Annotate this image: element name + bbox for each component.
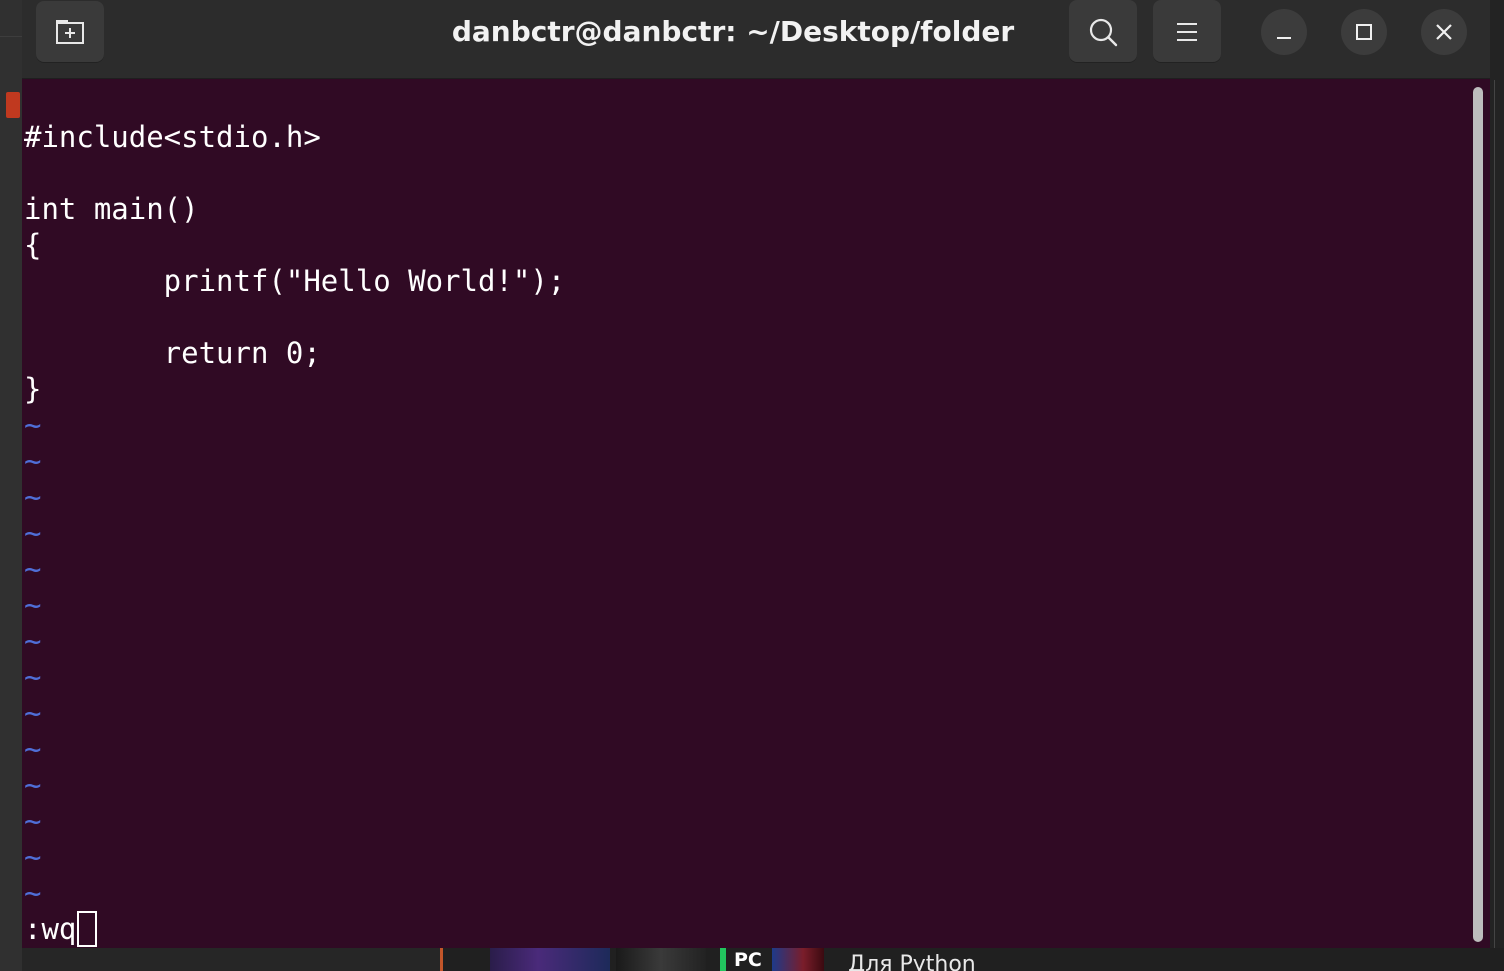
minimize-button[interactable]: [1261, 9, 1307, 55]
titlebar[interactable]: danbctr@danbctr: ~/Desktop/folder: [22, 0, 1490, 79]
background-thumbnail: [772, 948, 824, 971]
empty-line-marker: ~: [24, 624, 42, 658]
desktop: PC Для Python danbctr@danbctr: ~/Desktop…: [0, 0, 1504, 971]
empty-line-marker: ~: [24, 552, 42, 586]
background-window-left: [0, 0, 22, 971]
empty-line-marker: ~: [24, 696, 42, 730]
background-window-red-tab: [6, 92, 20, 118]
empty-line-marker: ~: [24, 876, 42, 910]
code-line: int main(): [24, 192, 199, 226]
empty-line-marker: ~: [24, 588, 42, 622]
search-icon: [1089, 18, 1118, 46]
background-app-accent: [440, 948, 443, 971]
empty-line-marker: ~: [24, 732, 42, 766]
empty-line-marker: ~: [24, 408, 42, 442]
background-window-divider: [1494, 80, 1495, 960]
close-icon: [1436, 24, 1452, 40]
hamburger-menu-icon: [1177, 22, 1197, 41]
new-tab-icon: [56, 20, 84, 44]
terminal-window[interactable]: danbctr@danbctr: ~/Desktop/folder #inclu…: [22, 0, 1490, 948]
background-pc-text: PC: [734, 949, 762, 971]
background-thumbnail: [490, 948, 610, 971]
text-cursor: [77, 911, 98, 947]
empty-line-marker: ~: [24, 804, 42, 838]
command-line-text: :wq: [24, 912, 77, 946]
empty-line-marker: ~: [24, 840, 42, 874]
code-line: return 0;: [24, 336, 321, 370]
scrollbar-thumb[interactable]: [1473, 87, 1483, 942]
window-title-text: danbctr@danbctr: ~/Desktop/folder: [451, 15, 1015, 48]
vim-editor[interactable]: #include<stdio.h> int main() { printf("H…: [22, 79, 1470, 948]
empty-line-marker: ~: [24, 516, 42, 550]
search-button[interactable]: [1069, 0, 1137, 63]
empty-line-marker: ~: [24, 480, 42, 514]
code-line: #include<stdio.h>: [24, 120, 321, 154]
maximize-button[interactable]: [1341, 9, 1387, 55]
code-line: {: [24, 228, 42, 262]
background-window-edge: [0, 36, 22, 37]
command-line[interactable]: :wq: [24, 911, 98, 947]
empty-line-marker: ~: [24, 444, 42, 478]
menu-button[interactable]: [1153, 0, 1221, 63]
background-thumbnail: [616, 948, 706, 971]
close-button[interactable]: [1421, 9, 1467, 55]
code-line: printf("Hello World!");: [24, 264, 566, 298]
code-line: }: [24, 372, 42, 406]
background-thumbnail: [720, 948, 726, 971]
new-tab-button[interactable]: [36, 1, 104, 63]
background-app-strip: PC Для Python: [440, 948, 1504, 971]
maximize-icon: [1356, 24, 1372, 40]
minimize-icon: [1277, 37, 1291, 39]
background-caption: Для Python: [848, 952, 976, 971]
empty-line-marker: ~: [24, 768, 42, 802]
background-window-right: [1490, 0, 1504, 971]
empty-line-marker: ~: [24, 660, 42, 694]
